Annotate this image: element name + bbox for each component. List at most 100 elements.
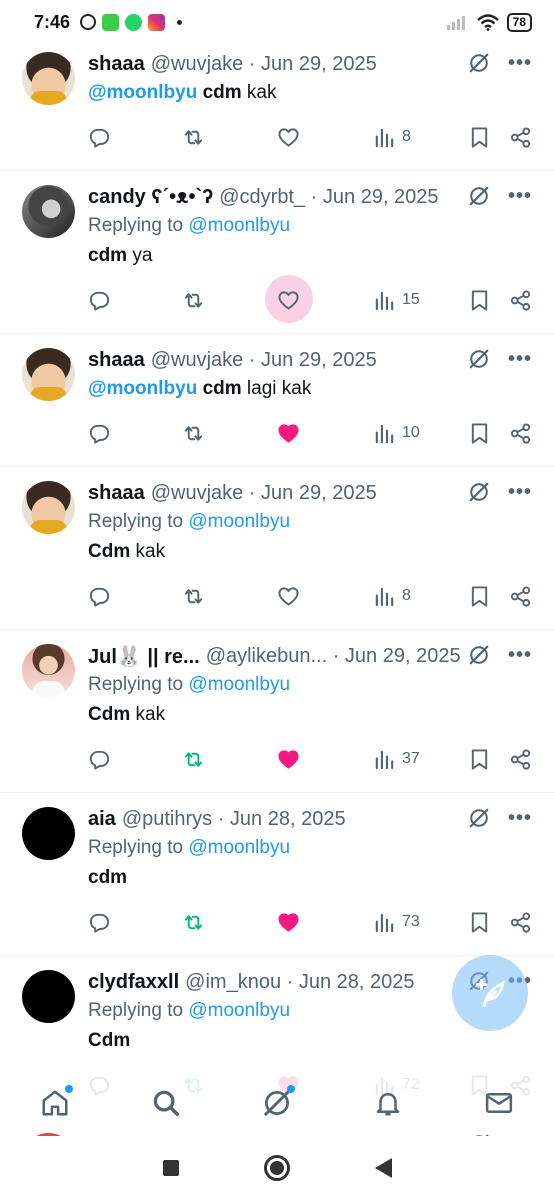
grok-icon[interactable]: [468, 52, 490, 74]
tweet[interactable]: Jul🐰 || re... @aylikebun... · Jun 29, 202…: [0, 630, 554, 793]
home-button[interactable]: [263, 1155, 290, 1181]
share-button[interactable]: [509, 287, 532, 313]
views-button[interactable]: 37: [373, 746, 420, 772]
more-options-icon[interactable]: •••: [508, 482, 532, 502]
messages-tab[interactable]: [481, 1085, 517, 1121]
more-options-icon[interactable]: •••: [508, 349, 532, 369]
share-button[interactable]: [509, 583, 532, 609]
display-name[interactable]: shaaa: [88, 349, 145, 372]
grok-tab[interactable]: [259, 1085, 295, 1121]
more-options-icon[interactable]: •••: [508, 53, 532, 73]
display-name[interactable]: candy ʕ´•ᴥ•`ʔ: [88, 186, 213, 209]
like-button[interactable]: [277, 746, 300, 772]
handle-and-date: @cdyrbt_ · Jun 29, 2025: [219, 185, 439, 208]
display-name[interactable]: shaaa: [88, 482, 145, 505]
tweet[interactable]: shaaa @wuvjake · Jun 29, 2025 ••• @moonlbyu…: [0, 334, 554, 467]
search-tab[interactable]: [148, 1085, 184, 1121]
like-button[interactable]: [277, 909, 300, 935]
reply-button[interactable]: [88, 909, 111, 935]
retweet-button[interactable]: [182, 746, 205, 772]
avatar[interactable]: [22, 481, 75, 534]
reply-mention-link[interactable]: @moonlbyu: [188, 511, 290, 532]
more-options-icon[interactable]: •••: [508, 645, 532, 665]
views-button[interactable]: 73: [373, 909, 420, 935]
avatar[interactable]: [22, 644, 75, 697]
reply-icon: [88, 289, 111, 312]
display-name[interactable]: Jul🐰 || re...: [88, 644, 200, 669]
retweet-icon: [182, 748, 205, 771]
notifications-tab[interactable]: [370, 1085, 406, 1121]
reply-button[interactable]: [88, 124, 111, 150]
views-button[interactable]: 15: [373, 287, 420, 313]
bookmark-button[interactable]: [468, 746, 491, 772]
grok-icon[interactable]: [468, 348, 490, 370]
share-icon: [509, 422, 532, 445]
like-button[interactable]: [277, 583, 300, 609]
bookmark-button[interactable]: [468, 420, 491, 446]
display-name[interactable]: clydfaxxll: [88, 971, 179, 994]
mention-link[interactable]: @moonlbyu: [88, 82, 197, 103]
bookmark-button[interactable]: [468, 124, 491, 150]
share-button[interactable]: [509, 909, 532, 935]
views-button[interactable]: 8: [373, 124, 411, 150]
bookmark-button[interactable]: [468, 583, 491, 609]
reply-mention-link[interactable]: @moonlbyu: [188, 674, 290, 695]
back-button[interactable]: [374, 1158, 392, 1178]
share-button[interactable]: [509, 746, 532, 772]
retweet-button[interactable]: [182, 287, 205, 313]
tweet[interactable]: aia @putihrys · Jun 28, 2025 ••• Replying t…: [0, 793, 554, 956]
heart-icon: [277, 126, 300, 149]
compose-post-button[interactable]: [452, 955, 528, 1031]
tweet[interactable]: shaaa @wuvjake · Jun 29, 2025 ••• Replying …: [0, 467, 554, 630]
retweet-button[interactable]: [182, 909, 205, 935]
tweet[interactable]: shaaa @wuvjake · Jun 29, 2025 ••• @moonlbyu…: [0, 38, 554, 171]
grok-icon[interactable]: [468, 185, 490, 207]
retweet-button[interactable]: [182, 583, 205, 609]
bookmark-icon: [468, 585, 491, 608]
retweet-button[interactable]: [182, 420, 205, 446]
tweet-text: Cdm kak: [88, 700, 538, 730]
share-button[interactable]: [509, 420, 532, 446]
bookmark-button[interactable]: [468, 287, 491, 313]
views-button[interactable]: 8: [373, 583, 411, 609]
grok-icon[interactable]: [468, 481, 490, 503]
avatar[interactable]: [22, 185, 75, 238]
replying-to-label: Replying to: [88, 837, 189, 858]
reply-mention-link[interactable]: @moonlbyu: [188, 837, 290, 858]
reply-button[interactable]: [88, 583, 111, 609]
home-tab[interactable]: [37, 1085, 74, 1121]
mention-link[interactable]: @moonlbyu: [88, 378, 197, 399]
bookmark-button[interactable]: [468, 909, 491, 935]
tweet[interactable]: candy ʕ´•ᴥ•`ʔ @cdyrbt_ · Jun 29, 2025 ••• R…: [0, 171, 554, 334]
share-button[interactable]: [509, 124, 532, 150]
avatar[interactable]: [22, 970, 75, 1023]
handle-and-date: @im_knou · Jun 28, 2025: [185, 970, 415, 993]
avatar[interactable]: [22, 348, 75, 401]
tweet-text-bold: cdm: [202, 82, 242, 103]
avatar[interactable]: [22, 52, 75, 105]
more-options-icon[interactable]: •••: [508, 186, 532, 206]
handle-and-date: @putihrys · Jun 28, 2025: [121, 807, 346, 830]
tweet-header-actions: •••: [468, 52, 532, 74]
grok-icon[interactable]: [468, 807, 490, 829]
reply-mention-link[interactable]: @moonlbyu: [188, 215, 290, 236]
reply-button[interactable]: [88, 420, 111, 446]
reply-button[interactable]: [88, 287, 111, 313]
retweet-button[interactable]: [182, 124, 205, 150]
more-options-icon[interactable]: •••: [508, 808, 532, 828]
grok-icon[interactable]: [468, 644, 490, 666]
views-button[interactable]: 10: [373, 420, 420, 446]
home-icon: [42, 1090, 68, 1116]
display-name[interactable]: shaaa: [88, 53, 145, 76]
like-button[interactable]: [277, 124, 300, 150]
like-button[interactable]: [277, 420, 300, 446]
like-button[interactable]: [265, 275, 313, 323]
reply-button[interactable]: [88, 746, 111, 772]
tweet-text-bold: cdm: [88, 867, 128, 888]
search-icon: [153, 1090, 180, 1116]
display-name[interactable]: aia: [88, 808, 116, 831]
reply-mention-link[interactable]: @moonlbyu: [188, 1000, 290, 1021]
tweet-text-bold: Cdm: [88, 541, 131, 562]
recents-button[interactable]: [162, 1160, 179, 1176]
avatar[interactable]: [22, 807, 75, 860]
